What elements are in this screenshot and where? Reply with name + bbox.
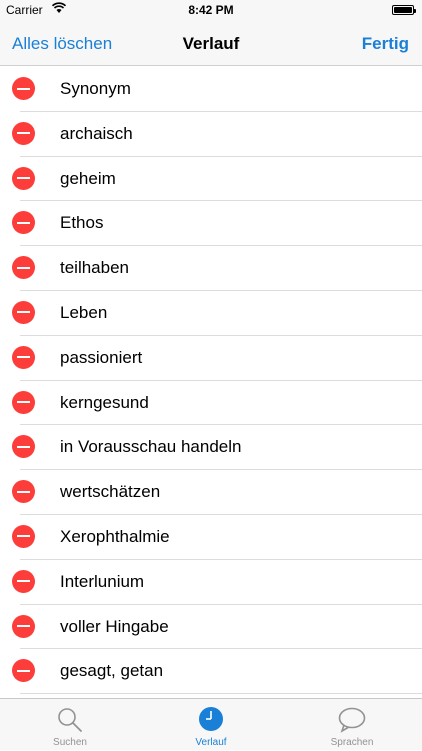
history-row[interactable]: archaisch (0, 111, 422, 157)
history-row[interactable]: passioniert (0, 335, 422, 381)
history-row[interactable]: kerngesund (0, 380, 422, 426)
tab-label: Suchen (53, 737, 87, 748)
battery-icon (392, 5, 416, 15)
history-item-label: in Vorausschau handeln (60, 437, 242, 457)
history-row[interactable]: Interlunium (0, 559, 422, 605)
delete-minus-icon[interactable] (12, 480, 35, 504)
status-bar: Carrier 8:42 PM (0, 0, 422, 20)
navigation-bar: Alles löschen Verlauf Fertig (0, 20, 422, 66)
delete-minus-icon[interactable] (12, 659, 35, 683)
delete-minus-icon[interactable] (12, 569, 35, 593)
history-list: Synonym archaisch geheim Ethos teilhaben Lebe… (0, 66, 422, 698)
delete-minus-icon[interactable] (12, 211, 35, 235)
history-row[interactable]: geheim (0, 156, 422, 202)
history-item-label: voller Hingabe (60, 616, 169, 636)
history-item-label: Ethos (60, 213, 104, 233)
history-item-label: Leben (60, 302, 108, 322)
history-item-label: Interlunium (60, 571, 145, 591)
history-row[interactable]: Synonym (0, 66, 422, 112)
delete-minus-icon[interactable] (12, 121, 35, 145)
done-button[interactable]: Fertig (362, 34, 409, 54)
delete-minus-icon[interactable] (12, 435, 35, 459)
history-item-label: Synonym (60, 79, 131, 98)
tab-label: Verlauf (195, 737, 227, 748)
tab-search[interactable]: Suchen (0, 699, 140, 751)
delete-minus-icon[interactable] (12, 390, 35, 414)
history-item-label: geheim (60, 168, 116, 188)
tab-label: Sprachen (330, 737, 374, 748)
magnifier-icon (58, 708, 82, 732)
page-title: Verlauf (182, 34, 240, 53)
history-item-label: passioniert (60, 347, 143, 367)
delete-minus-icon[interactable] (12, 345, 35, 369)
history-row[interactable]: gesagt, getan (0, 648, 422, 695)
tab-bar: Suchen Verlauf Sprachen (0, 698, 422, 750)
delete-minus-icon[interactable] (12, 77, 35, 100)
history-row[interactable]: Xerophthalmie (0, 514, 422, 560)
history-item-label: kerngesund (60, 392, 149, 412)
delete-minus-icon[interactable] (12, 256, 35, 280)
history-item-label: wertschätzen (60, 482, 161, 502)
history-row[interactable]: teilhaben (0, 245, 422, 291)
row-separator (20, 693, 422, 695)
delete-minus-icon[interactable] (12, 524, 35, 548)
history-row[interactable]: voller Hingabe (0, 604, 422, 650)
tab-languages[interactable]: Sprachen (282, 699, 422, 751)
tab-history[interactable]: Verlauf (141, 699, 281, 751)
history-row[interactable]: wertschätzen (0, 469, 422, 515)
speech-bubble-icon (338, 707, 366, 733)
delete-minus-icon[interactable] (12, 614, 35, 638)
history-item-label: gesagt, getan (60, 661, 164, 681)
history-item-label: teilhaben (60, 258, 130, 278)
delete-minus-icon[interactable] (12, 300, 35, 324)
history-row[interactable]: in Vorausschau handeln (0, 424, 422, 471)
history-item-label: archaisch (60, 123, 133, 143)
history-row[interactable]: Leben (0, 290, 422, 336)
clock-time: 8:42 PM (188, 3, 234, 17)
history-row[interactable]: Ethos (0, 200, 422, 247)
delete-minus-icon[interactable] (12, 166, 35, 190)
history-item-label: Xerophthalmie (60, 526, 170, 546)
clock-icon (199, 707, 223, 731)
